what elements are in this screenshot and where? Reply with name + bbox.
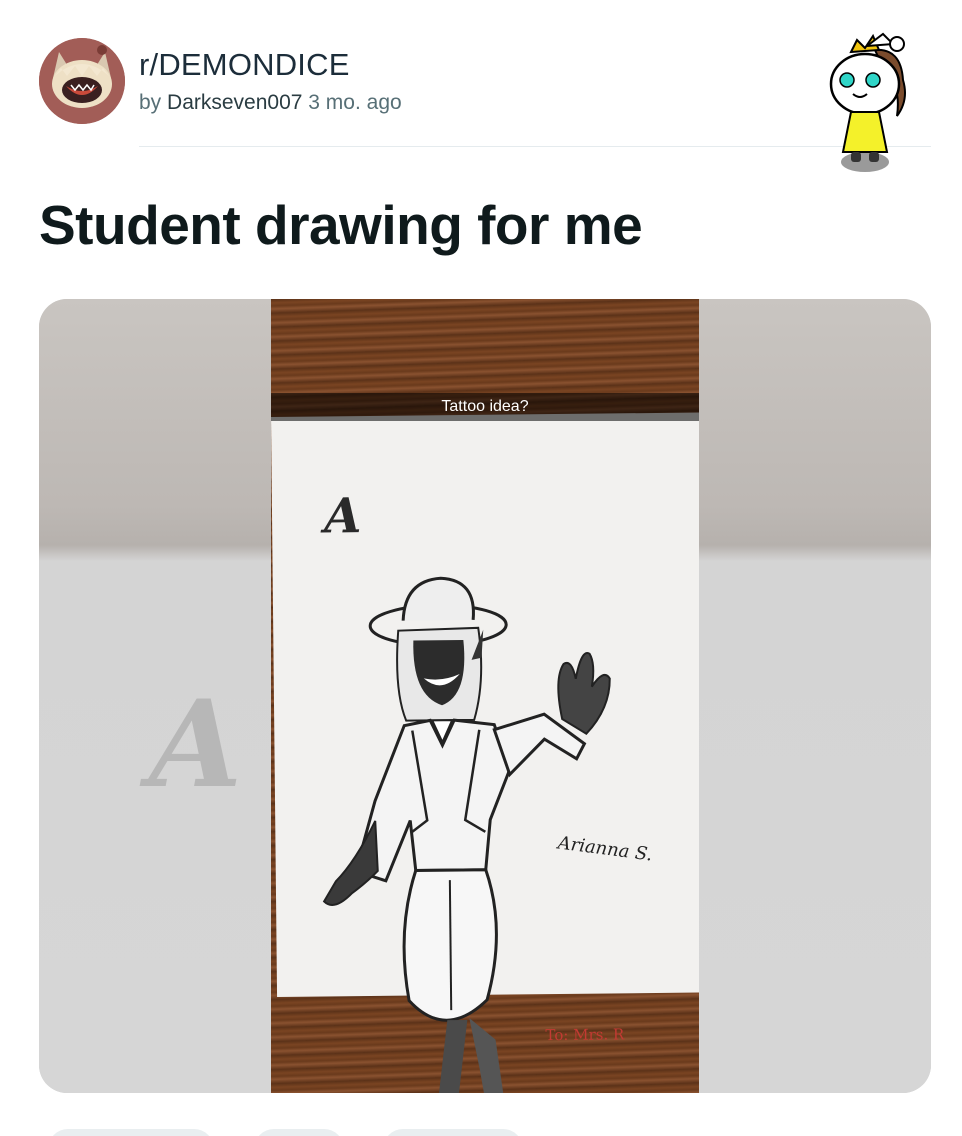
author-link[interactable]: Darkseven007	[167, 91, 302, 114]
drawing-photo[interactable]: A Arianna S. To: Mrs. R Tattoo idea?	[271, 299, 699, 1093]
post-meta: by Darkseven007 3 mo. ago	[139, 91, 402, 115]
share-button[interactable]	[383, 1129, 523, 1136]
drawing-paper: A Arianna S. To: Mrs. R	[271, 412, 699, 1093]
post-title[interactable]: Student drawing for me	[39, 193, 643, 257]
post-age: 3 mo. ago	[308, 91, 402, 114]
post-page: r/DEMONDICE by Darkseven007 3 mo. ago St…	[0, 0, 962, 1136]
subreddit-avatar-icon[interactable]	[39, 38, 125, 124]
post-media[interactable]: A A Arianna S. To: Mrs. R Tattoo idea?	[39, 299, 931, 1093]
vote-button-group[interactable]	[48, 1129, 214, 1136]
by-prefix: by	[139, 91, 162, 114]
snap-caption: Tattoo idea?	[271, 393, 699, 421]
header-divider	[139, 146, 931, 147]
dedication-text: To: Mrs. R	[545, 1025, 625, 1045]
comments-button[interactable]	[254, 1129, 344, 1136]
user-avatar-icon[interactable]	[823, 28, 923, 178]
paper-letter: A	[323, 488, 362, 545]
subreddit-name[interactable]: r/DEMONDICE	[139, 47, 350, 83]
backdrop-letter: A	[149, 674, 243, 815]
character-drawing	[322, 576, 611, 1093]
